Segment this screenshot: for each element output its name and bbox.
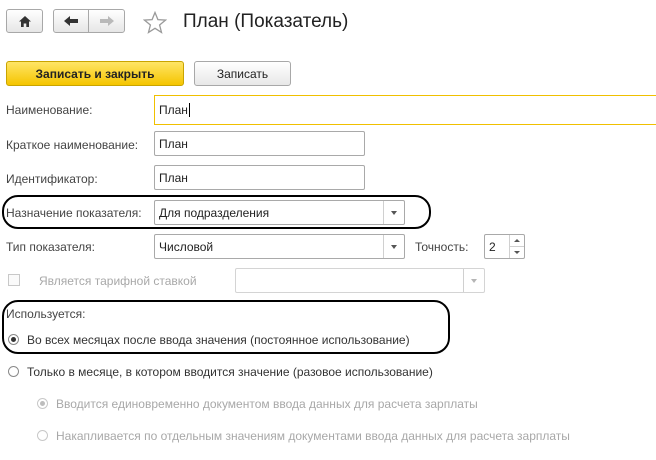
sub-option-single-entry[interactable] xyxy=(37,398,48,409)
arrow-left-icon xyxy=(64,16,78,26)
tariff-checkbox[interactable] xyxy=(8,274,20,286)
identifier-field[interactable]: План xyxy=(154,165,365,190)
name-value: План xyxy=(159,103,188,117)
type-value: Числовой xyxy=(159,239,214,254)
short-name-field[interactable]: План xyxy=(154,131,365,156)
identifier-value: План xyxy=(159,170,188,185)
type-label: Тип показателя: xyxy=(6,240,95,254)
chevron-down-icon[interactable] xyxy=(383,235,404,258)
back-button[interactable] xyxy=(53,9,89,33)
precision-label: Точность: xyxy=(415,240,469,254)
precision-value: 2 xyxy=(489,239,496,254)
sub-option-single-entry-label: Вводится единовременно документом ввода … xyxy=(56,397,478,411)
sub-option-accumulate-label: Накапливается по отдельным значениям док… xyxy=(56,429,570,443)
chevron-down-icon[interactable] xyxy=(463,269,484,292)
text-cursor xyxy=(188,103,190,117)
usage-highlight xyxy=(2,300,450,354)
name-field[interactable]: План xyxy=(154,95,656,125)
usage-option-once-label: Только в месяце, в котором вводится знач… xyxy=(27,365,433,379)
page-title: План (Показатель) xyxy=(183,11,349,32)
arrow-right-icon xyxy=(99,16,114,26)
short-name-label: Краткое наименование: xyxy=(6,138,139,152)
short-name-value: План xyxy=(159,136,188,151)
forward-button[interactable] xyxy=(88,9,125,33)
sub-option-accumulate[interactable] xyxy=(37,430,48,441)
star-icon[interactable] xyxy=(143,11,167,34)
save-button[interactable]: Записать xyxy=(194,61,291,86)
tariff-select[interactable] xyxy=(235,268,485,293)
name-label: Наименование: xyxy=(6,103,93,117)
purpose-highlight xyxy=(2,195,431,229)
precision-stepper[interactable] xyxy=(509,235,524,258)
precision-field[interactable]: 2 xyxy=(484,234,525,259)
stepper-up-icon[interactable] xyxy=(510,235,524,247)
identifier-label: Идентификатор: xyxy=(6,172,98,186)
type-select[interactable]: Числовой xyxy=(154,234,405,259)
save-and-close-button[interactable]: Записать и закрыть xyxy=(6,61,184,86)
tariff-label: Является тарифной ставкой xyxy=(39,274,197,288)
usage-option-once[interactable] xyxy=(8,366,19,377)
home-icon xyxy=(18,15,31,27)
stepper-down-icon[interactable] xyxy=(510,247,524,259)
home-button[interactable] xyxy=(6,9,43,33)
